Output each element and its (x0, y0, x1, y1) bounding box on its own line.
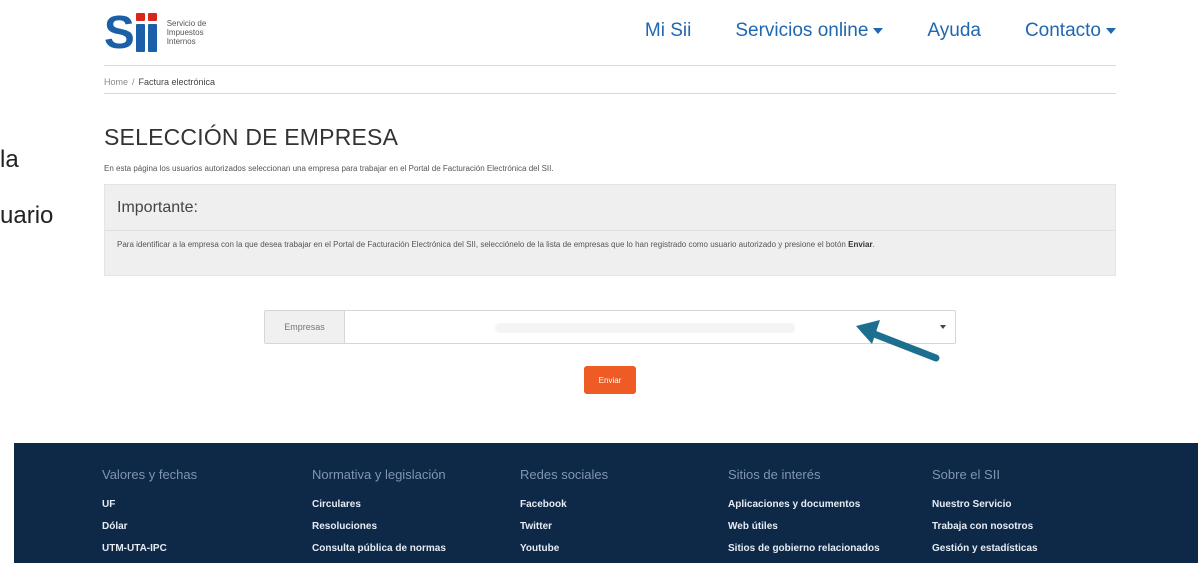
footer-link-nuestro-servicio[interactable]: Nuestro Servicio (932, 494, 1038, 516)
breadcrumb-current: Factura electrónica (138, 76, 216, 87)
footer-heading: Normativa y legislación (312, 467, 446, 482)
caret-down-icon (1106, 28, 1116, 34)
footer-link-aplicaciones[interactable]: Aplicaciones y documentos (728, 494, 880, 516)
footer-column-redes: Redes sociales Facebook Twitter Youtube (520, 467, 608, 560)
important-body-end: . (872, 240, 875, 249)
logo-letter-i (147, 13, 157, 52)
breadcrumb: Home / Factura electrónica (104, 70, 1116, 94)
nav-servicios-online-label: Servicios online (735, 20, 869, 41)
important-body-text: Para identificar a la empresa con la que… (117, 240, 846, 249)
caret-down-icon (873, 28, 884, 34)
breadcrumb-home[interactable]: Home (104, 77, 128, 87)
footer-heading: Valores y fechas (102, 467, 198, 482)
cropped-text-fragment: la (0, 146, 19, 173)
footer-link-resoluciones[interactable]: Resoluciones (312, 516, 446, 538)
nav-ayuda-label: Ayuda (927, 20, 981, 41)
site-header: S Servicio de Impuestos Internos Mi Sii … (104, 8, 1116, 66)
arrow-pointer-icon (856, 320, 940, 362)
important-body: Para identificar a la empresa con la que… (105, 231, 1105, 250)
footer-heading: Sobre el SII (932, 467, 1000, 482)
blurred-selected-value (495, 323, 795, 333)
logo-text: Servicio de Impuestos Internos (166, 18, 207, 46)
sii-logo-mark: S (104, 6, 157, 58)
cropped-text-fragment: uario (0, 202, 54, 229)
footer-link-gestion[interactable]: Gestión y estadísticas (932, 538, 1038, 560)
footer-link-trabaja[interactable]: Trabaja con nosotros (932, 516, 1038, 538)
page-description: En esta página los usuarios autorizados … (104, 164, 554, 173)
important-heading: Importante: (105, 185, 1115, 231)
footer-link-facebook[interactable]: Facebook (520, 494, 608, 516)
nav-contacto-label: Contacto (1024, 20, 1101, 41)
footer-link-sitios-gobierno[interactable]: Sitios de gobierno relacionados (728, 538, 880, 560)
breadcrumb-separator: / (132, 76, 135, 87)
main-nav: Mi Sii Servicios online Ayuda Contacto (601, 20, 1116, 42)
important-body-bold: Enviar (848, 240, 873, 249)
page-title: SELECCIÓN DE EMPRESA (104, 124, 399, 150)
footer-heading: Sitios de interés (728, 467, 821, 482)
footer-column-sobre: Sobre el SII Nuestro Servicio Trabaja co… (932, 467, 1038, 560)
empresas-label: Empresas (265, 311, 345, 343)
footer-link-web-utiles[interactable]: Web útiles (728, 516, 880, 538)
site-footer: Valores y fechas UF Dólar UTM-UTA-IPC No… (14, 443, 1198, 563)
footer-column-valores: Valores y fechas UF Dólar UTM-UTA-IPC (102, 467, 197, 560)
footer-link-dolar[interactable]: Dólar (102, 516, 197, 538)
nav-mi-sii-label: Mi Sii (644, 20, 692, 41)
footer-column-normativa: Normativa y legislación Circulares Resol… (312, 467, 446, 560)
footer-link-circulares[interactable]: Circulares (312, 494, 446, 516)
footer-link-youtube[interactable]: Youtube (520, 538, 608, 560)
footer-column-sitios: Sitios de interés Aplicaciones y documen… (728, 467, 880, 560)
nav-ayuda[interactable]: Ayuda (927, 20, 981, 42)
important-panel: Importante: Para identificar a la empres… (104, 184, 1116, 276)
footer-heading: Redes sociales (520, 467, 609, 482)
nav-mi-sii[interactable]: Mi Sii (645, 20, 691, 42)
logo-letter-s: S (104, 6, 135, 58)
footer-link-uf[interactable]: UF (102, 494, 197, 516)
sii-logo[interactable]: S Servicio de Impuestos Internos (104, 6, 227, 58)
nav-servicios-online[interactable]: Servicios online (735, 20, 884, 42)
nav-contacto[interactable]: Contacto (1025, 20, 1116, 42)
footer-link-twitter[interactable]: Twitter (520, 516, 608, 538)
footer-link-utm[interactable]: UTM-UTA-IPC (102, 538, 197, 560)
footer-link-consulta[interactable]: Consulta pública de normas (312, 538, 446, 560)
send-button[interactable]: Enviar (584, 366, 636, 394)
logo-letter-i (135, 13, 145, 52)
